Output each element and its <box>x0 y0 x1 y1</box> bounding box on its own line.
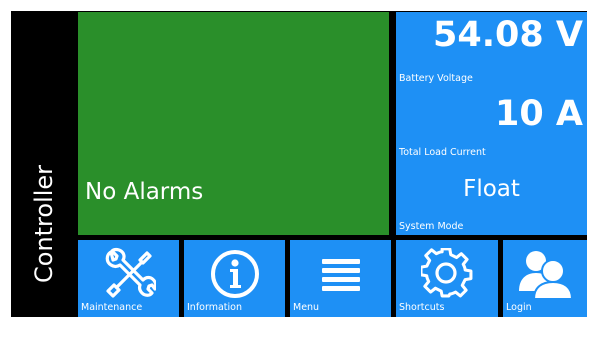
battery-voltage-label: Battery Voltage <box>399 73 473 84</box>
battery-voltage-value: 54.08 V <box>433 15 583 55</box>
gear-icon <box>396 248 498 300</box>
sidebar-title: Controller <box>30 164 58 283</box>
total-load-current-value: 10 A <box>495 94 583 134</box>
system-mode-label: System Mode <box>399 221 464 232</box>
menu-lines-icon <box>290 248 391 300</box>
alarm-status-text: No Alarms <box>85 179 204 205</box>
controller-screen: Controller No Alarms 54.08 V Battery Vol… <box>0 0 598 341</box>
information-button[interactable]: Information <box>184 240 285 317</box>
users-icon <box>503 248 587 300</box>
login-button[interactable]: Login <box>503 240 587 317</box>
shortcuts-button[interactable]: Shortcuts <box>396 240 498 317</box>
system-mode-value: Float <box>463 176 520 202</box>
maintenance-button[interactable]: Maintenance <box>78 240 179 317</box>
sidebar: Controller <box>11 11 77 317</box>
menu-label: Menu <box>293 302 320 313</box>
wrench-screwdriver-icon <box>78 247 179 300</box>
total-load-current-label: Total Load Current <box>399 147 486 158</box>
login-label: Login <box>506 302 532 313</box>
menu-button[interactable]: Menu <box>290 240 391 317</box>
controller-frame: Controller No Alarms 54.08 V Battery Vol… <box>11 11 587 317</box>
maintenance-label: Maintenance <box>81 302 143 313</box>
alarm-status-panel[interactable]: No Alarms <box>78 12 389 235</box>
information-label: Information <box>187 302 242 313</box>
nav-bar: Maintenance Information Menu Shortcuts L… <box>78 240 587 317</box>
system-status-panel[interactable]: 54.08 V Battery Voltage 10 A Total Load … <box>396 12 587 235</box>
shortcuts-label: Shortcuts <box>399 302 445 313</box>
info-icon <box>184 248 285 300</box>
